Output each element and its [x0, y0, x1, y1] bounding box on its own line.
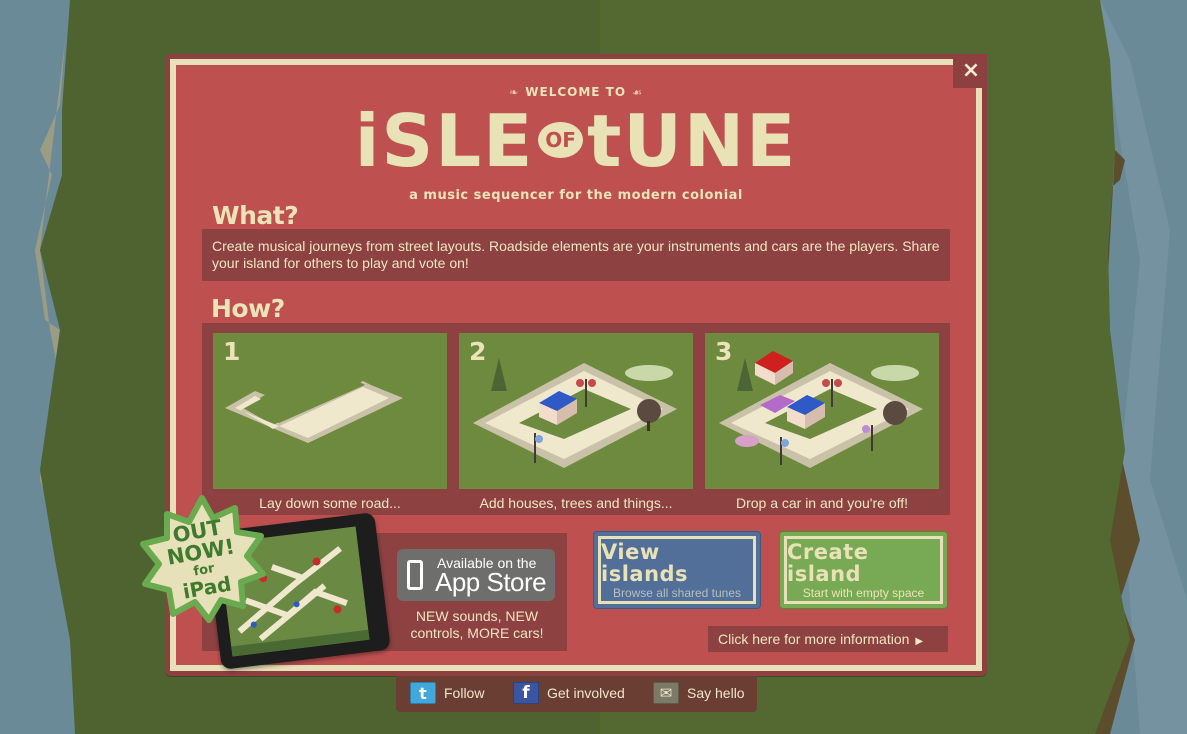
mail-icon: ✉ [653, 682, 679, 704]
step-caption: Add houses, trees and things... [479, 495, 673, 511]
view-islands-button[interactable]: View islands Browse all shared tunes [593, 531, 761, 609]
logo-of: OF [538, 122, 583, 159]
step-number: 1 [223, 337, 241, 366]
logo-part2: tUNE [586, 99, 798, 183]
play-arrow-icon: ▶ [915, 636, 924, 647]
social-label: Get involved [547, 685, 625, 701]
step-3: 3 Drop a car in and you're off! [705, 333, 939, 511]
badge-text: OUT NOW! for iPad [127, 484, 278, 635]
facebook-icon: f [513, 682, 539, 704]
view-islands-subtitle: Browse all shared tunes [612, 585, 742, 600]
flourish-right-icon: ☙ [632, 86, 643, 99]
welcome-label: ❧ WELCOME TO ☙ [176, 85, 976, 99]
how-heading: How? [211, 294, 285, 323]
ipad-note: NEW sounds, NEW controls, MORE cars! [410, 608, 544, 641]
app-store-button[interactable]: Available on the App Store [397, 549, 555, 601]
step-number: 2 [469, 337, 487, 366]
twitter-follow-link[interactable]: t Follow [410, 681, 484, 705]
email-link[interactable]: ✉ Say hello [653, 681, 745, 705]
facebook-link[interactable]: f Get involved [513, 681, 625, 705]
what-description: Create musical journeys from street layo… [202, 229, 950, 281]
more-info-label: Click here for more information [718, 631, 910, 647]
step-2: 2 Add houses, trees and things... [459, 333, 693, 511]
create-island-subtitle: Start with empty space [802, 585, 925, 600]
app-store-big-text: App Store [435, 567, 547, 597]
logo-part1: iSLE [354, 99, 535, 183]
step-1-image: 1 [213, 333, 447, 489]
badge-line-4: iPad [180, 571, 234, 604]
create-island-title: Create island [787, 539, 869, 586]
step-3-image: 3 [705, 333, 939, 489]
out-now-badge: OUT NOW! for iPad [137, 494, 267, 624]
welcome-text: WELCOME TO [525, 85, 627, 99]
close-notch: × [953, 54, 987, 88]
step-2-image: 2 [459, 333, 693, 489]
create-island-button[interactable]: Create island Start with empty space [779, 531, 948, 609]
social-bar: t Follow f Get involved ✉ Say hello [396, 676, 757, 712]
social-label: Follow [444, 685, 485, 701]
social-label: Say hello [687, 685, 745, 701]
flourish-left-icon: ❧ [509, 86, 520, 99]
close-icon[interactable]: × [957, 56, 985, 84]
view-islands-title: View islands [601, 539, 689, 586]
how-steps-panel: 1 Lay down some road... 2 Add houses, tr… [202, 323, 950, 515]
twitter-icon: t [410, 682, 436, 704]
more-info-link[interactable]: Click here for more information ▶ [708, 626, 948, 652]
what-heading: What? [212, 201, 299, 230]
welcome-dialog: ❧ WELCOME TO ☙ iSLE OF tUNE a music sequence… [140, 54, 987, 676]
step-caption: Drop a car in and you're off! [735, 495, 909, 511]
app-logo: iSLE OF tUNE [176, 99, 976, 183]
step-number: 3 [715, 337, 733, 366]
iphone-icon [407, 560, 423, 590]
